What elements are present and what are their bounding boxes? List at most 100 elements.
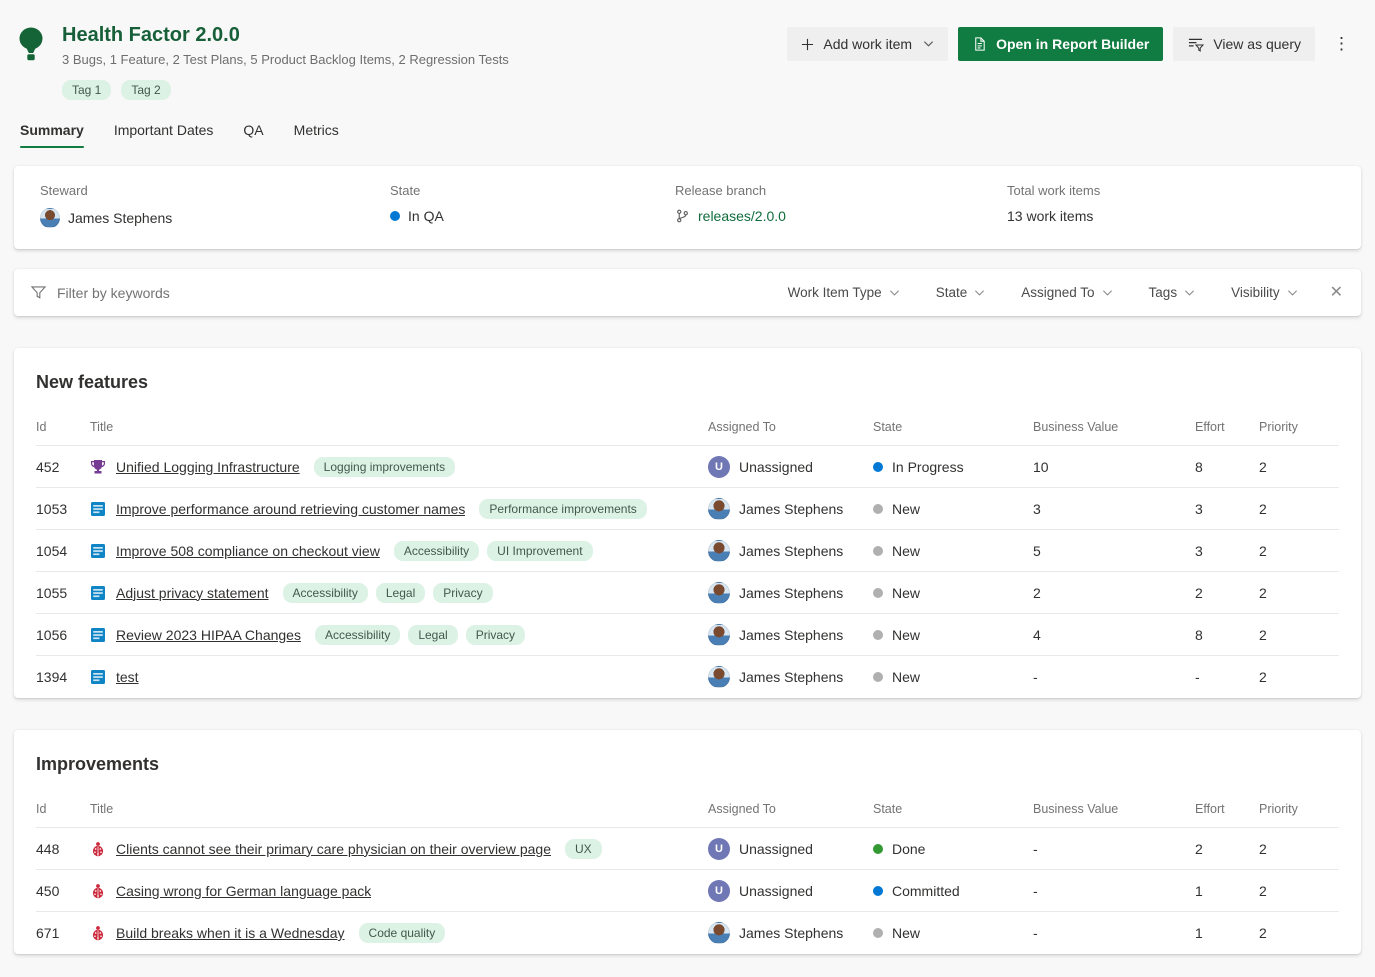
add-work-item-button[interactable]: Add work item <box>787 27 948 61</box>
filter-assigned-to[interactable]: Assigned To <box>1021 285 1112 300</box>
table-header: Id Title Assigned To State Business Valu… <box>36 802 1339 828</box>
title-cell: Improve 508 compliance on checkout view A… <box>90 541 708 561</box>
summary-info-bar: Steward James Stephens State In QA Relea… <box>14 166 1361 249</box>
bug-icon <box>90 925 106 941</box>
assignee-name: James Stephens <box>739 627 843 643</box>
assigned-to-cell: James Stephens <box>708 540 873 562</box>
business-value-cell: - <box>1033 883 1195 899</box>
state-cell: New <box>873 543 1033 559</box>
filter-visibility[interactable]: Visibility <box>1231 285 1298 300</box>
table-header: Id Title Assigned To State Business Valu… <box>36 420 1339 446</box>
chevron-down-icon <box>1184 289 1195 297</box>
table-row: 1054Improve 508 compliance on checkout v… <box>36 530 1339 572</box>
work-item-tags: UX <box>565 839 602 859</box>
unassigned-avatar: U <box>708 838 730 860</box>
avatar <box>40 208 60 228</box>
state-dot-icon <box>873 504 883 514</box>
tag-pill: UI Improvement <box>487 541 592 561</box>
work-item-link[interactable]: Improve 508 compliance on checkout view <box>116 543 380 559</box>
state-cell: New <box>873 925 1033 941</box>
work-item-id: 1053 <box>36 501 90 517</box>
work-item-id: 1054 <box>36 543 90 559</box>
title-cell: Unified Logging InfrastructureLogging im… <box>90 457 708 477</box>
work-item-link[interactable]: Build breaks when it is a Wednesday <box>116 925 345 941</box>
state-label: In Progress <box>892 459 964 475</box>
work-item-link[interactable]: Clients cannot see their primary care ph… <box>116 841 551 857</box>
tab-qa[interactable]: QA <box>243 122 263 148</box>
unassigned-avatar: U <box>708 456 730 478</box>
effort-cell: 8 <box>1195 459 1259 475</box>
tab-metrics[interactable]: Metrics <box>294 122 339 148</box>
business-value-cell: 4 <box>1033 627 1195 643</box>
work-item-link[interactable]: Review 2023 HIPAA Changes <box>116 627 301 643</box>
view-as-query-button[interactable]: View as query <box>1173 27 1315 61</box>
work-item-id: 1055 <box>36 585 90 601</box>
work-item-link[interactable]: Unified Logging Infrastructure <box>116 459 300 475</box>
avatar <box>708 666 730 688</box>
state-label: State <box>390 183 675 198</box>
work-item-link[interactable]: test <box>116 669 139 685</box>
assignee-name: Unassigned <box>739 459 813 475</box>
state-cell: Done <box>873 841 1033 857</box>
new-features-section: New features Id Title Assigned To State … <box>14 348 1361 698</box>
priority-cell: 2 <box>1259 459 1339 475</box>
total-work-items-label: Total work items <box>1007 183 1335 198</box>
state-value: In QA <box>408 208 444 224</box>
improvements-section: Improvements Id Title Assigned To State … <box>14 730 1361 954</box>
tab-important-dates[interactable]: Important Dates <box>114 122 214 148</box>
work-item-link[interactable]: Adjust privacy statement <box>116 585 269 601</box>
work-item-tags: AccessibilityLegalPrivacy <box>283 583 493 603</box>
chevron-down-icon <box>974 289 985 297</box>
close-filter-icon[interactable]: ✕ <box>1330 285 1343 301</box>
work-item-id: 452 <box>36 459 90 475</box>
col-state: State <box>873 802 1033 816</box>
col-title: Title <box>90 802 708 816</box>
filter-keywords-input[interactable] <box>57 285 788 301</box>
work-item-id: 448 <box>36 841 90 857</box>
col-title: Title <box>90 420 708 434</box>
filter-work-item-type[interactable]: Work Item Type <box>788 285 900 300</box>
effort-cell: 8 <box>1195 627 1259 643</box>
title-cell: Build breaks when it is a Wednesday Code … <box>90 923 708 943</box>
col-id: Id <box>36 420 90 434</box>
table-row: 448 Clients cannot see their primary care… <box>36 828 1339 870</box>
work-item-id: 671 <box>36 925 90 941</box>
title-cell: Review 2023 HIPAA ChangesAccessibilityLe… <box>90 625 708 645</box>
table-row: 452Unified Logging InfrastructureLogging… <box>36 446 1339 488</box>
work-item-link[interactable]: Improve performance around retrieving cu… <box>116 501 465 517</box>
pbi-icon <box>90 585 106 601</box>
work-item-link[interactable]: Casing wrong for German language pack <box>116 883 371 899</box>
main-content: Steward James Stephens State In QA Relea… <box>0 166 1375 974</box>
avatar <box>708 922 730 944</box>
tag-pill: Accessibility <box>315 625 400 645</box>
priority-cell: 2 <box>1259 925 1339 941</box>
tag-pill: Code quality <box>359 923 446 943</box>
assignee-name: James Stephens <box>739 925 843 941</box>
assignee-name: James Stephens <box>739 585 843 601</box>
assignee-name: James Stephens <box>739 501 843 517</box>
work-item-tags: Performance improvements <box>479 499 646 519</box>
tag-pill: Accessibility <box>394 541 479 561</box>
state-label: Done <box>892 841 925 857</box>
open-report-builder-button[interactable]: Open in Report Builder <box>958 27 1163 61</box>
col-business-value: Business Value <box>1033 420 1195 434</box>
release-branch-value[interactable]: releases/2.0.0 <box>698 208 786 224</box>
filter-state[interactable]: State <box>936 285 986 300</box>
work-item-tags: Accessibility UI Improvement <box>394 541 593 561</box>
tag-pill: Legal <box>376 583 425 603</box>
col-effort: Effort <box>1195 802 1259 816</box>
bug-icon <box>90 841 106 857</box>
tab-summary[interactable]: Summary <box>20 122 84 148</box>
title-cell: Clients cannot see their primary care ph… <box>90 839 708 859</box>
feature-icon <box>90 459 106 475</box>
state-dot-icon <box>873 462 883 472</box>
tag-pill: Tag 2 <box>121 80 170 100</box>
table-row: 671 Build breaks when it is a Wednesday Co… <box>36 912 1339 954</box>
col-business-value: Business Value <box>1033 802 1195 816</box>
effort-cell: 1 <box>1195 925 1259 941</box>
more-options-button[interactable]: ⋮ <box>1325 30 1359 58</box>
business-value-cell: - <box>1033 925 1195 941</box>
total-work-items-value: 13 work items <box>1007 208 1093 224</box>
col-priority: Priority <box>1259 802 1339 816</box>
filter-tags[interactable]: Tags <box>1149 285 1196 300</box>
